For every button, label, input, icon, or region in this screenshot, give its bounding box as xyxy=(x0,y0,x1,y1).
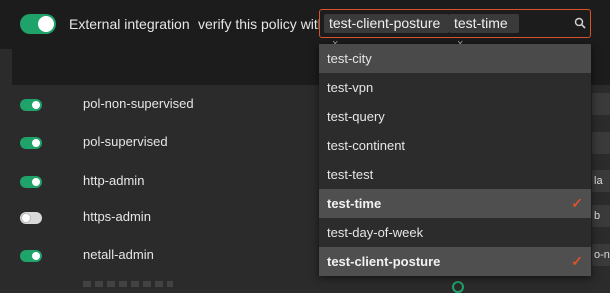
toggle-knob xyxy=(22,214,30,222)
policy-name[interactable]: pol-non-supervised xyxy=(83,96,194,111)
policy-row: pol-supervised xyxy=(0,128,320,157)
policy-toggle[interactable] xyxy=(20,212,42,224)
check-icon: ✓ xyxy=(571,195,583,211)
policy-row: netall-admin xyxy=(0,241,320,270)
dropdown-option[interactable]: test-test xyxy=(319,160,591,189)
policy-name[interactable]: http-admin xyxy=(83,173,144,188)
dropdown-option[interactable]: test-continent xyxy=(319,131,591,160)
toggle-knob xyxy=(32,139,40,147)
row-cell-fragment: o-ne xyxy=(592,244,610,266)
policy-name[interactable]: netall-admin xyxy=(83,247,154,262)
dropdown-option[interactable]: test-vpn xyxy=(319,73,591,102)
row-cell-fragment xyxy=(592,93,610,115)
toggle-knob xyxy=(32,178,40,186)
row-cell-fragment: la xyxy=(592,170,610,192)
row-cell-fragment: b xyxy=(592,205,610,227)
toggle-knob xyxy=(32,101,40,109)
policy-toggle[interactable] xyxy=(20,99,42,111)
search-icon[interactable] xyxy=(574,17,586,29)
check-icon: ✓ xyxy=(571,253,583,269)
policy-toggle[interactable] xyxy=(20,176,42,188)
row-cell-fragment xyxy=(592,132,610,154)
policy-row: http-admin xyxy=(0,167,320,196)
external-integration-toggle[interactable] xyxy=(20,14,56,34)
option-label: test-vpn xyxy=(327,80,374,95)
tag-label: test-client-posture xyxy=(329,15,441,31)
policy-multiselect[interactable]: test-client-posture× test-time× xyxy=(319,9,591,50)
option-label: test-time xyxy=(327,196,382,211)
policy-options-dropdown: test-city test-vpn test-query test-conti… xyxy=(319,44,591,276)
option-label: test-day-of-week xyxy=(327,225,424,240)
option-label: test-client-posture xyxy=(327,254,441,269)
policy-row: https-admin xyxy=(0,203,320,232)
policy-name[interactable]: https-admin xyxy=(83,209,151,224)
selected-tag-time: test-time× xyxy=(449,14,519,50)
partial-status-icon xyxy=(452,281,464,293)
partial-policy-row xyxy=(83,281,173,287)
tag-label: test-time xyxy=(454,15,508,31)
external-integration-label: External integration xyxy=(69,16,190,32)
verify-policy-label: verify this policy with xyxy=(198,16,326,32)
toggle-knob xyxy=(32,252,40,260)
policy-toggle[interactable] xyxy=(20,250,42,262)
policy-toggle[interactable] xyxy=(20,137,42,149)
dropdown-option[interactable]: test-query xyxy=(319,102,591,131)
dropdown-option-selected[interactable]: test-client-posture ✓ xyxy=(319,247,591,276)
option-label: test-city xyxy=(327,51,372,66)
toggle-knob xyxy=(38,16,54,32)
option-label: test-test xyxy=(327,167,374,182)
option-label: test-query xyxy=(327,109,385,124)
option-label: test-continent xyxy=(327,138,406,153)
dropdown-option[interactable]: test-city xyxy=(319,44,591,73)
selected-tag-client-posture: test-client-posture× xyxy=(324,14,449,50)
policy-row: pol-non-supervised xyxy=(0,90,320,119)
policy-name[interactable]: pol-supervised xyxy=(83,134,168,149)
dropdown-option-selected[interactable]: test-time ✓ xyxy=(319,189,591,218)
dropdown-option[interactable]: test-day-of-week xyxy=(319,218,591,247)
